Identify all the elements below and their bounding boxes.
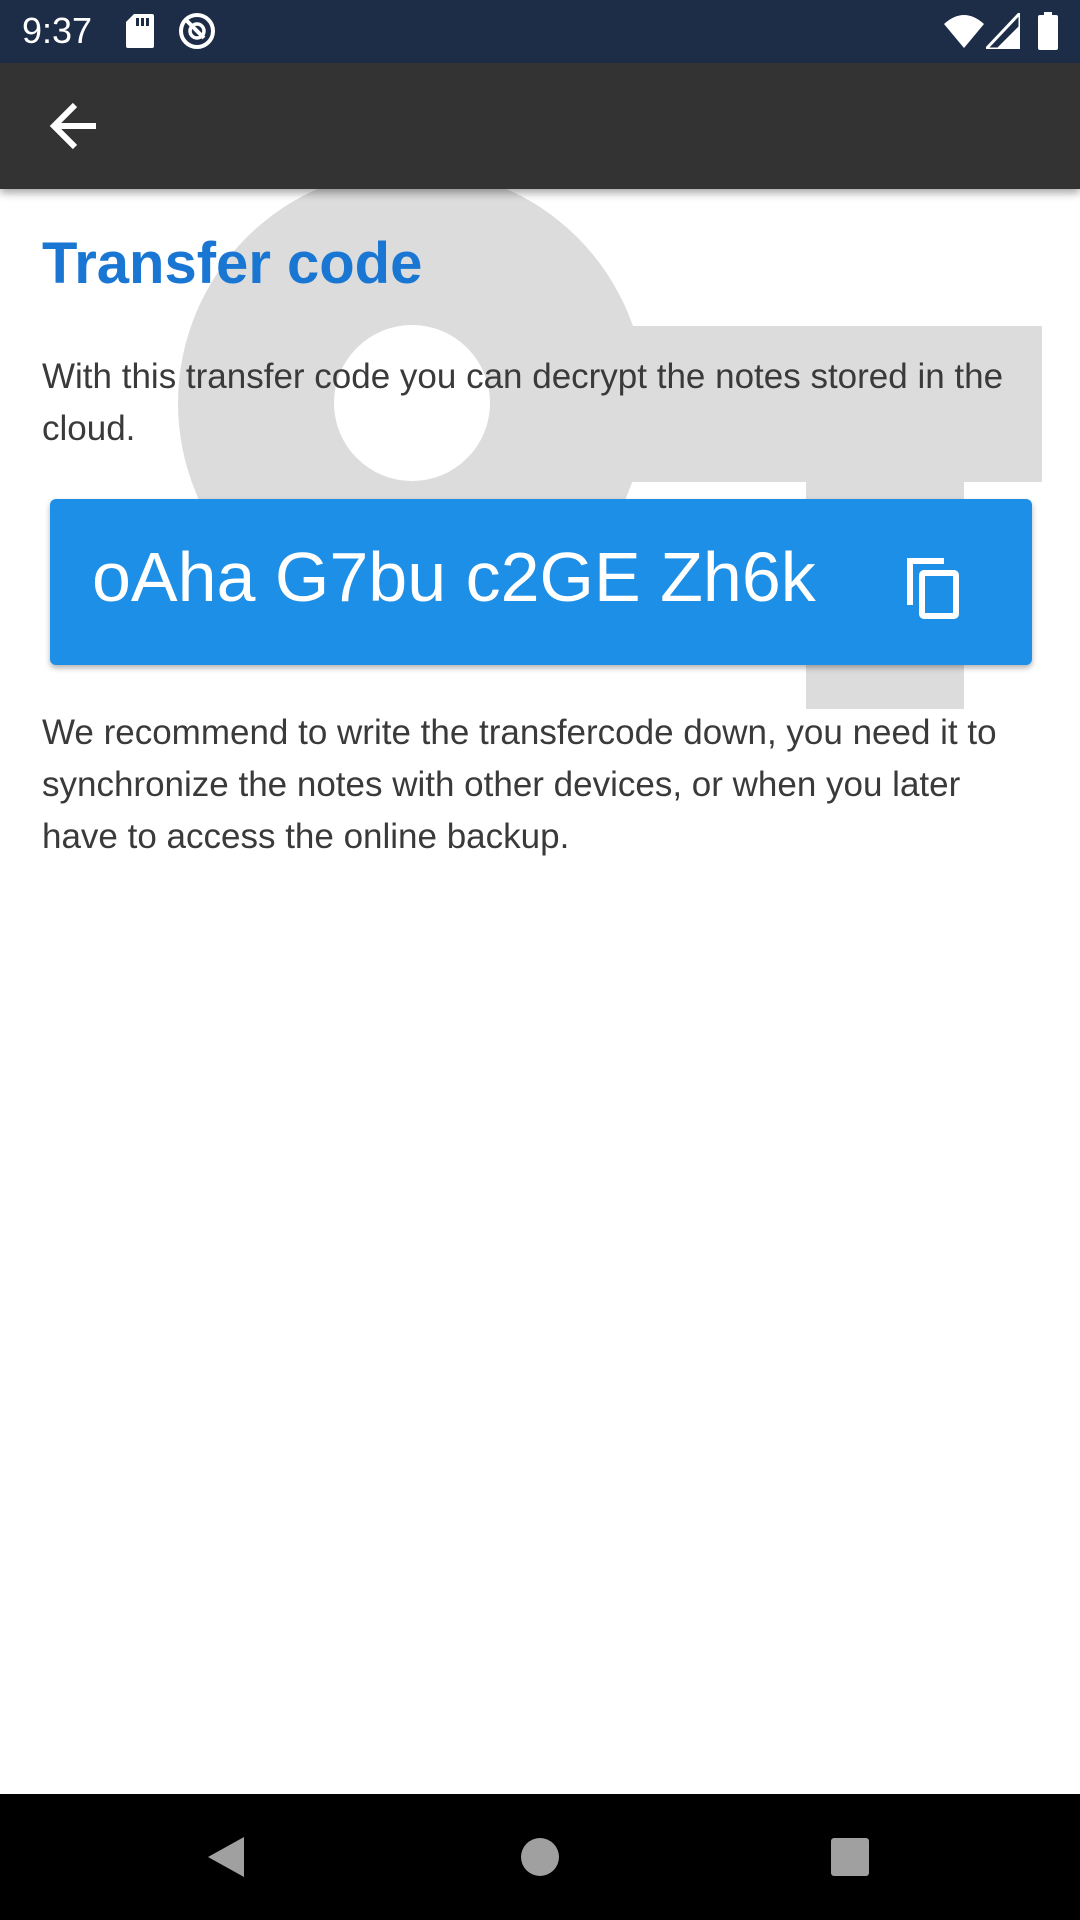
page-title: Transfer code (42, 231, 423, 296)
cell-signal-icon (986, 13, 1020, 49)
intro-text: With this transfer code you can decrypt … (42, 357, 1004, 448)
status-time: 9:37 (22, 10, 93, 51)
transfer-code: oAha G7bu c2GE Zh6k (92, 538, 816, 616)
status-bar: 9:37 (0, 0, 1080, 63)
back-triangle-icon (208, 1837, 244, 1877)
wifi-icon (944, 15, 984, 48)
arrow-back-icon (49, 102, 96, 150)
recommendation-text: We recommend to write the transfercode d… (42, 713, 997, 856)
nav-back-button[interactable] (186, 1817, 266, 1897)
app-toolbar (0, 63, 1080, 189)
nav-home-button[interactable] (500, 1817, 580, 1897)
main-content: Transfer code With this transfer code yo… (0, 189, 1080, 1794)
system-nav-bar (0, 1794, 1080, 1920)
sd-card-icon (126, 14, 154, 48)
transfer-code-card[interactable]: oAha G7bu c2GE Zh6k (50, 499, 1032, 665)
app-notification-icon (179, 13, 215, 49)
back-button[interactable] (34, 86, 114, 166)
battery-icon (1038, 12, 1058, 50)
recents-square-icon (831, 1838, 869, 1876)
copy-button[interactable] (888, 543, 978, 633)
nav-recents-button[interactable] (810, 1817, 890, 1897)
home-circle-icon (521, 1838, 559, 1876)
copy-icon (907, 558, 959, 619)
